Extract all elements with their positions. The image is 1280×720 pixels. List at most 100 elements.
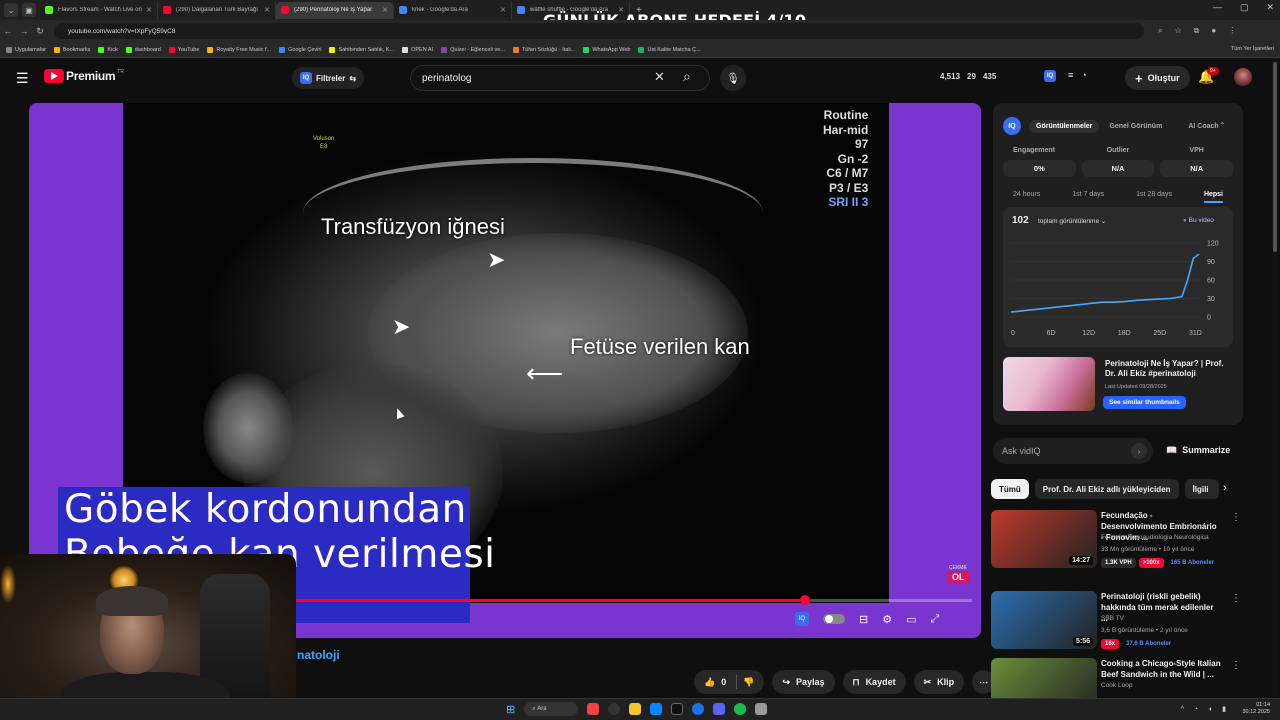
store-icon[interactable] [650, 703, 663, 715]
rec-thumbnail[interactable]: 14:27 [991, 510, 1097, 568]
rec-channel[interactable]: Fonovim Fonoaudiologia Neurológica [1101, 534, 1209, 541]
see-similar-thumbnails-button[interactable]: See similar thumbnails [1103, 396, 1186, 409]
tab-search-icon[interactable]: ⌄ [4, 3, 18, 17]
bookmark-item[interactable]: Tüfan Sözlüğü - İtali... [512, 46, 575, 53]
edge-icon[interactable] [692, 703, 705, 715]
rec-thumbnail[interactable]: 5:56 [991, 591, 1097, 649]
video-title-partial[interactable]: natoloji [297, 648, 340, 662]
ask-vidiq-input[interactable]: Ask vidIQ [993, 438, 1153, 464]
tab-close-icon[interactable]: ✕ [382, 6, 388, 14]
vidiq-icon[interactable]: IQ [1044, 70, 1056, 82]
send-arrow-icon[interactable]: › [1131, 443, 1147, 459]
progress-bar[interactable] [289, 595, 972, 605]
search-icon[interactable]: ⌕ [683, 68, 691, 85]
close-icon[interactable]: ✕ [1266, 2, 1274, 13]
app-icon[interactable] [755, 703, 768, 715]
cast-icon[interactable]: ◔ [1081, 70, 1086, 82]
tab-overview[interactable]: Genel Görünüm [1103, 120, 1168, 133]
maximize-icon[interactable]: ▢ [1240, 2, 1249, 13]
spotify-icon[interactable] [734, 703, 747, 715]
bookmark-item[interactable]: Royalty Free Music f... [207, 46, 271, 53]
filters-button[interactable]: IQ Filtreler ⇆ [292, 67, 365, 89]
youtube-logo[interactable]: Premium TR [44, 69, 124, 83]
mic-icon[interactable]: 🎙 [720, 65, 746, 91]
autoplay-toggle[interactable] [823, 614, 845, 624]
bookmark-item[interactable]: Quizei - Eğlenceli ve... [441, 46, 505, 53]
bookmark-item[interactable]: WhatsApp Web [583, 46, 630, 53]
chip-uploader[interactable]: Prof. Dr. Ali Ekiz adlı yükleyiciden [1034, 479, 1179, 499]
zoom-icon[interactable]: ⌕ [1158, 26, 1162, 36]
menu-icon[interactable]: ⋮ [1228, 26, 1236, 36]
bookmark-item[interactable]: OPEN AI [402, 46, 433, 53]
thumbs-down-icon[interactable]: 👎 [743, 677, 754, 688]
thumbnail-image[interactable] [1003, 357, 1095, 411]
system-tray[interactable]: ^ ◔ ◖ ▮ [1181, 705, 1230, 713]
chip-all[interactable]: Tümü [991, 479, 1029, 499]
windows-start-icon[interactable]: ⊞ [506, 703, 515, 716]
avatar[interactable] [1234, 68, 1252, 86]
bookmark-item[interactable]: Uygulamalar [6, 46, 46, 53]
rec-title[interactable]: Cooking a Chicago-Style Italian Beef San… [1101, 658, 1221, 680]
bookmark-item[interactable]: Sahibinden Satılık, K... [329, 46, 394, 53]
bookmark-star-icon[interactable]: ☆ [1174, 26, 1181, 36]
vidiq-icon[interactable]: IQ [795, 612, 809, 626]
more-vert-icon[interactable]: ⋮ [1231, 660, 1241, 671]
bookmark-item[interactable]: YouTube [168, 46, 199, 53]
terminal-icon[interactable] [671, 703, 684, 715]
clip-button[interactable]: ✂ Klip [913, 670, 965, 694]
share-button[interactable]: ↪ Paylaş [772, 670, 835, 694]
folder-icon[interactable] [629, 703, 642, 715]
profile-icon[interactable]: ● [1211, 26, 1216, 36]
theater-mode-icon[interactable]: ▭ [906, 613, 916, 626]
subtitles-icon[interactable]: ⊟ [859, 613, 868, 626]
tab-close-icon[interactable]: ✕ [264, 6, 270, 14]
summarize-button[interactable]: 📖 Summarize [1166, 445, 1230, 456]
browser-tab[interactable]: Flavors Stream - Watch Live on ✕ [40, 1, 158, 19]
tab-grid-icon[interactable]: ▣ [22, 3, 36, 17]
bookmark-item[interactable]: Kick [98, 46, 118, 53]
chips-next-icon[interactable]: › [1223, 482, 1227, 494]
recommendation-item[interactable]: 5:56 Perinatoloji (riskli gebelik) hakkı… [991, 591, 1251, 651]
scrollbar-thumb[interactable] [1273, 62, 1277, 252]
clock[interactable]: 01:14 30.12.2025 [1242, 702, 1270, 716]
tab-close-icon[interactable]: ✕ [146, 6, 152, 14]
bookmark-item[interactable]: Bookmarks [53, 46, 90, 53]
tab-close-icon[interactable]: ✕ [500, 6, 506, 14]
browser-tab[interactable]: (290) Dalgalanan Türk Bayrağı ✕ [158, 1, 276, 19]
progress-scrubber[interactable] [800, 595, 811, 605]
extensions-icon[interactable]: ⧉ [1194, 26, 1200, 36]
url-field[interactable]: youtube.com/watch?v=tXpFyQ59vC8 [54, 23, 1144, 39]
clear-search-icon[interactable]: ✕ [654, 69, 665, 85]
bookmark-item[interactable]: dashboard [125, 46, 161, 53]
rec-channel[interactable]: SBB TV [1101, 615, 1124, 622]
create-button[interactable]: + Oluştur [1125, 66, 1190, 90]
collapse-chevron-icon[interactable]: ⌃ [1219, 121, 1226, 130]
range-24h[interactable]: 24 hours [1013, 191, 1040, 203]
hamburger-menu-icon[interactable]: ☰ [16, 70, 29, 87]
fullscreen-icon[interactable]: ⤢ [931, 613, 940, 626]
bookmark-item[interactable]: Üst Kalite Matcha Ç... [638, 46, 701, 53]
browser-tab[interactable]: kriek - Google'da Ara ✕ [394, 1, 512, 19]
range-all[interactable]: Hepsi [1203, 191, 1223, 203]
rec-channel[interactable]: Cook Loop [1101, 682, 1132, 689]
minimize-icon[interactable]: — [1213, 2, 1222, 13]
save-button[interactable]: ⊓ Kaydet [842, 670, 906, 694]
forward-icon[interactable]: → [16, 26, 32, 36]
chip-related[interactable]: İlgili [1184, 479, 1219, 499]
more-vert-icon[interactable]: ⋮ [1231, 512, 1241, 523]
metric-selector[interactable]: toplam görüntülenme ⌄ [1038, 217, 1106, 225]
bookmark-item[interactable]: Google Çeviri [279, 46, 321, 53]
range-28d[interactable]: 1st 28 days [1136, 191, 1172, 203]
chrome-icon[interactable] [587, 703, 600, 715]
settings-gear-icon[interactable]: ⚙ [882, 613, 892, 626]
obs-icon[interactable] [608, 703, 621, 715]
range-7d[interactable]: 1st 7 days [1072, 191, 1104, 203]
tab-views[interactable]: Görüntülenmeler [1029, 119, 1100, 133]
search-input[interactable]: perinatolog [410, 65, 710, 91]
taskbar-search[interactable]: ⌕ Ara [524, 702, 579, 716]
back-icon[interactable]: ← [0, 26, 16, 36]
reload-icon[interactable]: ↻ [32, 26, 48, 37]
like-button[interactable]: 👍 0 👎 [694, 670, 765, 694]
recommendation-item[interactable]: 14:27 Fecundação - Desenvolvimento Embri… [991, 510, 1251, 570]
all-bookmarks[interactable]: Tüm Yer İşaretleri [1231, 46, 1274, 52]
